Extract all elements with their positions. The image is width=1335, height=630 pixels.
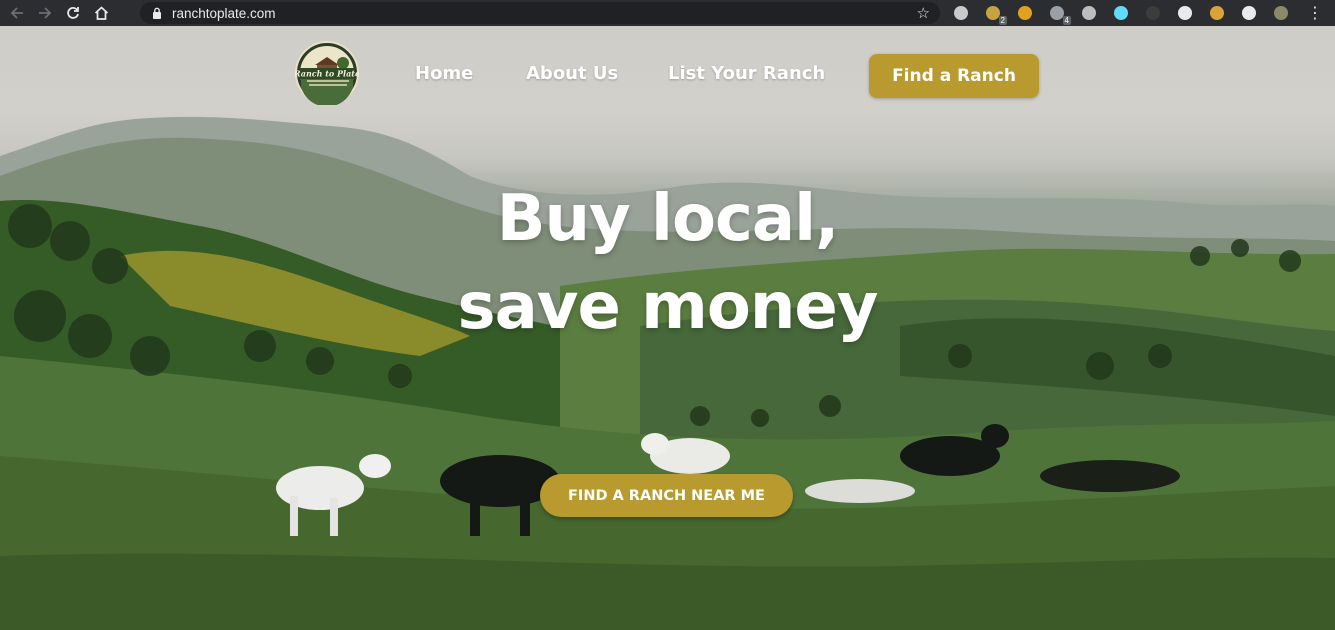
react-extension-icon[interactable]	[1110, 2, 1132, 24]
browser-toolbar: ranchtoplate.com ☆ 24 ⋮	[0, 0, 1335, 26]
box-extension-icon-glyph	[1210, 6, 1224, 20]
target-extension-icon[interactable]	[1078, 2, 1100, 24]
hand-extension-icon[interactable]	[1014, 2, 1036, 24]
dark-circle-extension-icon[interactable]	[1142, 2, 1164, 24]
find-a-ranch-button[interactable]: Find a Ranch	[869, 54, 1039, 98]
reload-button[interactable]	[62, 2, 84, 24]
extension-badge: 2	[998, 16, 1007, 25]
react-extension-icon-glyph	[1114, 6, 1128, 20]
nav-list-your-ranch-link[interactable]: List Your Ranch	[668, 63, 825, 84]
headline-line-2: save money	[457, 270, 878, 344]
bookmark-star-icon[interactable]: ☆	[917, 4, 930, 22]
target-extension-icon-glyph	[1082, 6, 1096, 20]
forward-button[interactable]	[34, 2, 56, 24]
ranch-to-plate-logo[interactable]: Ranch to Plate	[293, 41, 360, 107]
dark-circle-extension-icon-glyph	[1146, 6, 1160, 20]
extensions-bar: 24	[950, 2, 1302, 25]
hero-headline: Buy local, save money	[0, 175, 1335, 351]
headline-line-1: Buy local,	[496, 182, 840, 256]
half-circle-extension-icon[interactable]	[1174, 2, 1196, 24]
ublock-extension-icon[interactable]: 4	[1046, 2, 1071, 25]
svg-text:Ranch to Plate: Ranch to Plate	[295, 69, 359, 79]
abp-extension-icon-glyph	[986, 6, 1000, 20]
abp-extension-icon[interactable]: 2	[982, 2, 1007, 25]
address-bar[interactable]: ranchtoplate.com ☆	[140, 2, 940, 24]
home-icon	[94, 6, 108, 20]
more-menu-icon[interactable]: ⋮	[1307, 3, 1323, 23]
profile-avatar-icon[interactable]	[1270, 2, 1292, 24]
home-button[interactable]	[90, 2, 112, 24]
lock-icon	[148, 7, 166, 19]
arrow-left-icon	[10, 7, 23, 19]
puzzle-extension-icon-glyph	[1242, 6, 1256, 20]
gear-extension-icon[interactable]	[950, 2, 972, 24]
hand-extension-icon-glyph	[1018, 6, 1032, 20]
ublock-extension-icon-glyph	[1050, 6, 1064, 20]
site-header: Ranch to Plate Home About Us List Your R…	[0, 26, 1335, 116]
extension-badge: 4	[1062, 16, 1071, 25]
url-text: ranchtoplate.com	[172, 5, 276, 21]
puzzle-extension-icon[interactable]	[1238, 2, 1260, 24]
find-a-ranch-near-me-button[interactable]: FIND A RANCH NEAR ME	[540, 474, 793, 517]
nav-about-us-link[interactable]: About Us	[526, 63, 618, 84]
box-extension-icon[interactable]	[1206, 2, 1228, 24]
back-button[interactable]	[6, 2, 28, 24]
nav-home-link[interactable]: Home	[415, 63, 473, 84]
gear-extension-icon-glyph	[954, 6, 968, 20]
arrow-right-icon	[39, 7, 52, 19]
reload-icon	[67, 7, 79, 19]
profile-avatar-icon-glyph	[1274, 6, 1288, 20]
half-circle-extension-icon-glyph	[1178, 6, 1192, 20]
